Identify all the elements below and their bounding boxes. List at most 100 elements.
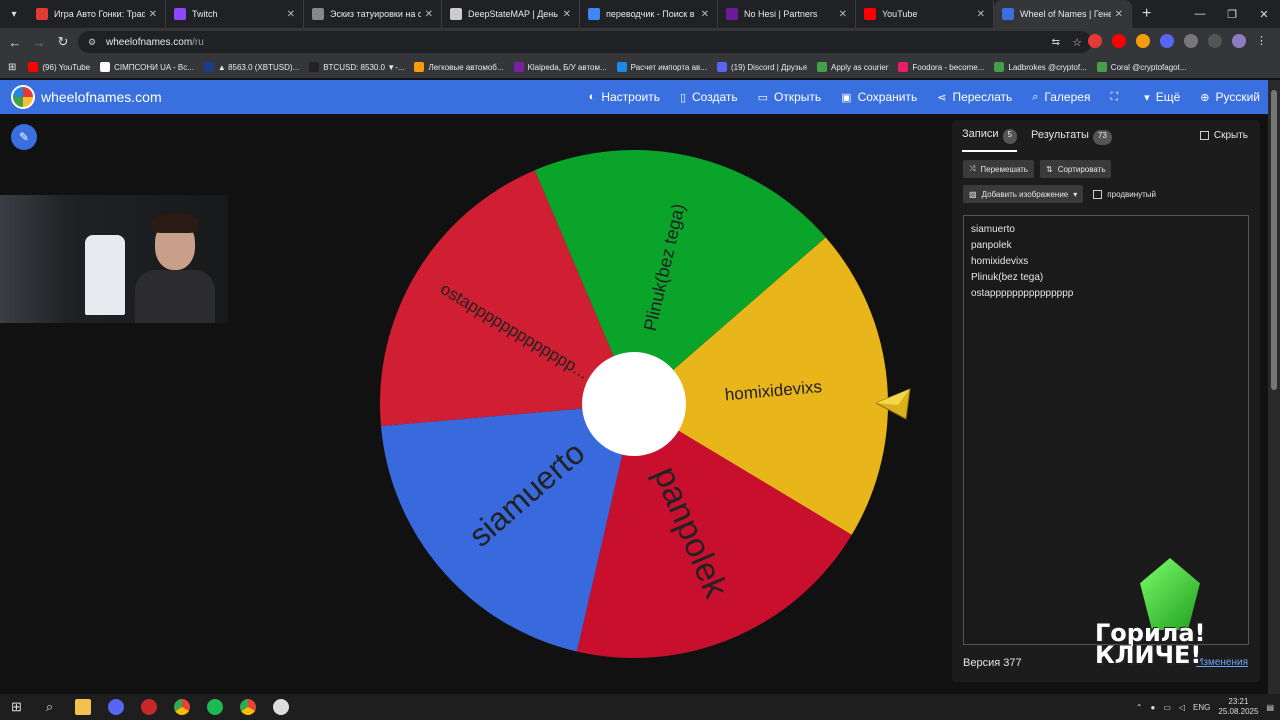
microphone-icon[interactable]: ●: [1150, 703, 1155, 712]
close-tab-icon[interactable]: ✕: [1115, 9, 1123, 20]
close-window-button[interactable]: ✕: [1248, 8, 1280, 21]
browser-tab[interactable]: Игра Авто Гонки: Трафи ✕: [28, 0, 166, 28]
menu-item-share[interactable]: ⋖ Переслать: [937, 90, 1012, 104]
add-image-button[interactable]: ▨ Добавить изображение ▾: [963, 185, 1084, 203]
wheel-svg[interactable]: homixidevixspanpoleksiamuertoostappppppp…: [378, 148, 890, 660]
url-path: /ru: [192, 36, 204, 48]
app-icon[interactable]: [264, 694, 297, 720]
page-scrollbar[interactable]: [1268, 80, 1280, 694]
new-tab-button[interactable]: +: [1132, 5, 1161, 23]
tab-favicon-icon: [1002, 8, 1014, 20]
volume-icon[interactable]: ◁: [1179, 703, 1185, 712]
close-tab-icon[interactable]: ✕: [563, 9, 571, 20]
bookmark-star-icon[interactable]: ☆: [1072, 36, 1082, 49]
bookmark-item[interactable]: Apply as courier: [817, 62, 888, 72]
sort-button[interactable]: ⇅ Сортировать: [1039, 160, 1112, 178]
extension-icon[interactable]: [1088, 34, 1102, 48]
close-tab-icon[interactable]: ✕: [149, 9, 157, 20]
tab-search-button[interactable]: ▾: [0, 0, 28, 28]
clock[interactable]: 23:21 25.08.2025: [1218, 697, 1258, 717]
extension-icon[interactable]: [1136, 34, 1150, 48]
search-icon[interactable]: ⌕: [33, 694, 66, 720]
browser-tab[interactable]: Twitch ✕: [166, 0, 304, 28]
chrome-icon[interactable]: [231, 694, 264, 720]
browser-tab[interactable]: No Hesi | Partners ✕: [718, 0, 856, 28]
chrome-icon[interactable]: [165, 694, 198, 720]
image-icon: ▨: [969, 189, 977, 199]
kebab-menu-icon[interactable]: ⋮: [1256, 34, 1270, 48]
browser-tab[interactable]: Wheel of Names | Генера ✕: [994, 0, 1132, 28]
bookmark-item[interactable]: Расчет импорта ав...: [616, 62, 707, 72]
wheel-center-hub[interactable]: [582, 352, 686, 456]
tab-entries[interactable]: Записи 5: [962, 128, 1017, 152]
maximize-button[interactable]: ❐: [1216, 8, 1248, 21]
language-indicator[interactable]: ENG: [1193, 703, 1210, 712]
spotify-icon[interactable]: [198, 694, 231, 720]
browser-tab[interactable]: YouTube ✕: [856, 0, 994, 28]
menu-item-save[interactable]: ▣ Сохранить: [841, 90, 917, 104]
menu-item-file[interactable]: ▯ Создать: [680, 90, 738, 104]
bookmark-item[interactable]: (19) Discord | Друзья: [716, 62, 807, 72]
bookmark-item[interactable]: Легковые автомоб...: [414, 62, 504, 72]
translate-icon[interactable]: ⇆: [1052, 37, 1060, 48]
bookmark-item[interactable]: СІМПСОНИ UA - Вс...: [100, 62, 194, 72]
profile-avatar[interactable]: [1232, 34, 1246, 48]
tray-expand-icon[interactable]: ⌃: [1136, 703, 1143, 712]
site-logo-icon[interactable]: [11, 85, 35, 109]
advanced-checkbox[interactable]: [1093, 189, 1103, 199]
browser-tab[interactable]: DeepStateMAP | День 12 ✕: [442, 0, 580, 28]
menu-item-palette[interactable]: ◐ Настроить: [589, 90, 660, 104]
close-tab-icon[interactable]: ✕: [977, 9, 985, 20]
shuffle-button[interactable]: ⤨ Перемешать: [963, 160, 1034, 178]
network-icon[interactable]: ▭: [1163, 703, 1171, 712]
menu-item-search[interactable]: ⌕ Галерея: [1032, 90, 1090, 104]
notifications-icon[interactable]: ▤: [1266, 703, 1274, 712]
hide-checkbox[interactable]: [1199, 131, 1209, 140]
bookmark-item[interactable]: BTCUSD: 8530.0 ▼-...: [309, 62, 404, 72]
extension-icon[interactable]: [1112, 34, 1126, 48]
menu-item-globe[interactable]: ⊕ Русский: [1200, 90, 1260, 104]
extensions-puzzle-icon[interactable]: [1184, 34, 1198, 48]
shuffle-icon: ⤨: [969, 164, 976, 173]
scrollbar-thumb[interactable]: [1271, 90, 1277, 390]
entry-line: siamuerto: [971, 224, 1015, 235]
app-icon[interactable]: [132, 694, 165, 720]
edit-pencil-button[interactable]: ✎: [11, 124, 37, 150]
close-tab-icon[interactable]: ✕: [701, 9, 709, 20]
browser-tab[interactable]: переводчик - Поиск в G ✕: [580, 0, 718, 28]
site-brand[interactable]: wheelofnames.com: [41, 89, 162, 105]
advanced-toggle[interactable]: продвинутый: [1093, 189, 1156, 199]
bookmark-item[interactable]: Ladbrokes @cryptof...: [994, 62, 1087, 72]
tab-results[interactable]: Результаты 73: [1031, 128, 1112, 152]
site-info-icon[interactable]: ⚙: [88, 37, 96, 48]
discord-icon[interactable]: [99, 694, 132, 720]
file-explorer-icon[interactable]: [66, 694, 99, 720]
bookmarks-bar: ⊞ (96) YouTube СІМПСОНИ UA - Вс... ▲ 8563.…: [0, 56, 1280, 78]
close-tab-icon[interactable]: ✕: [287, 9, 295, 20]
bookmark-item[interactable]: (96) YouTube: [28, 62, 90, 72]
apps-grid-icon[interactable]: ⊞: [8, 62, 16, 73]
forward-button[interactable]: →: [27, 35, 51, 50]
minimize-button[interactable]: —: [1184, 8, 1216, 20]
bookmark-favicon-icon: [716, 62, 727, 72]
menu-item-folder[interactable]: ▭ Открыть: [758, 90, 822, 104]
browser-tab[interactable]: Эскиз татуировки на спи ✕: [304, 0, 442, 28]
bookmark-item[interactable]: Coral @cryptofagot...: [1096, 62, 1187, 72]
bookmark-item[interactable]: Klaipeda, Б/У автом...: [513, 62, 607, 72]
menu-item-chevron-down[interactable]: ▾ Ещё: [1144, 90, 1180, 104]
close-tab-icon[interactable]: ✕: [425, 9, 433, 20]
back-button[interactable]: ←: [3, 35, 27, 50]
extension-icon[interactable]: [1160, 34, 1174, 48]
bookmark-item[interactable]: Foodora - become...: [898, 62, 984, 72]
wheel[interactable]: homixidevixs panpolek siamuerto ostappppppp…: [378, 148, 890, 660]
sidebar-icon[interactable]: [1208, 34, 1222, 48]
menu-item-label: Создать: [692, 90, 738, 104]
bookmark-favicon-icon: [28, 62, 39, 72]
hide-toggle[interactable]: Скрыть: [1199, 130, 1248, 141]
reload-button[interactable]: ↻: [51, 34, 75, 50]
bookmark-item[interactable]: ▲ 8563.0 (XBTUSD)...: [203, 62, 299, 72]
windows-start-icon[interactable]: ⊞: [0, 694, 33, 720]
close-tab-icon[interactable]: ✕: [839, 9, 847, 20]
url-bar[interactable]: ⚙ wheelofnames.com/ru ⇆ ☆: [78, 31, 1092, 53]
menu-item-fullscreen[interactable]: ⛶: [1110, 91, 1124, 104]
